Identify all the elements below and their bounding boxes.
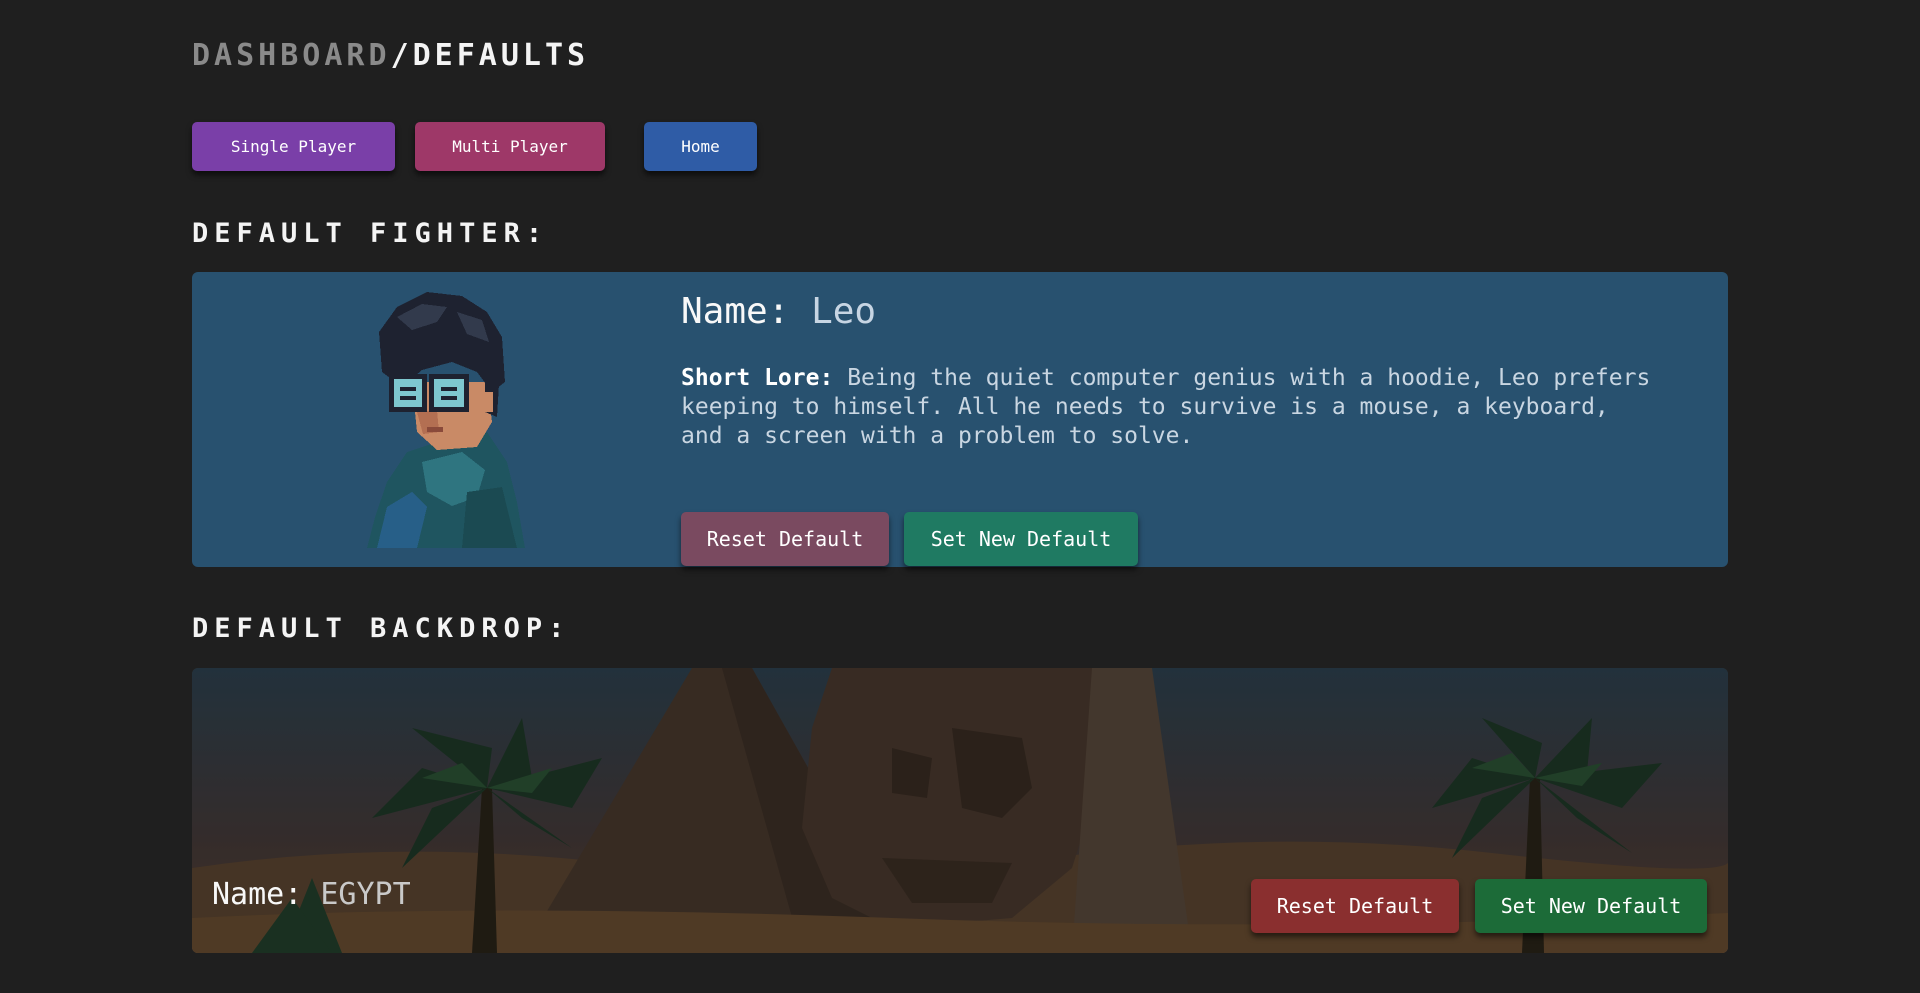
fighter-lore-label: Short Lore: xyxy=(681,365,834,391)
backdrop-name-value: EGYPT xyxy=(320,877,411,912)
backdrop-name-label: Name: xyxy=(212,877,303,912)
default-backdrop-heading: DEFAULT BACKDROP: xyxy=(192,613,571,644)
breadcrumb: DASHBOARD/DEFAULTS xyxy=(192,38,589,73)
fighter-reset-default-button[interactable]: Reset Default xyxy=(681,512,889,566)
fighter-actions: Reset Default Set New Default xyxy=(681,512,1281,568)
backdrop-set-new-default-button[interactable]: Set New Default xyxy=(1475,879,1707,933)
default-fighter-card: Name: Leo Short Lore: Being the quiet co… xyxy=(192,272,1728,567)
breadcrumb-dashboard-link[interactable]: DASHBOARD xyxy=(192,38,391,73)
fighter-lore: Short Lore: Being the quiet computer gen… xyxy=(681,364,1661,451)
fighter-portrait-image xyxy=(367,292,525,548)
home-button[interactable]: Home xyxy=(644,122,757,171)
fighter-name: Name: Leo xyxy=(681,290,1681,334)
single-player-button[interactable]: Single Player xyxy=(192,122,395,171)
default-fighter-heading: DEFAULT FIGHTER: xyxy=(192,218,549,249)
fighter-name-label: Name: xyxy=(681,291,790,332)
multi-player-button[interactable]: Multi Player xyxy=(415,122,605,171)
fighter-name-value: Leo xyxy=(811,291,877,332)
default-backdrop-card: Name: EGYPT Reset Default Set New Defaul… xyxy=(192,668,1728,953)
backdrop-reset-default-button[interactable]: Reset Default xyxy=(1251,879,1459,933)
breadcrumb-separator: / xyxy=(390,38,413,73)
game-mode-nav: Single Player Multi Player Home xyxy=(192,122,792,172)
breadcrumb-current-page: DEFAULTS xyxy=(412,38,590,73)
fighter-set-new-default-button[interactable]: Set New Default xyxy=(904,512,1138,566)
fighter-details: Name: Leo Short Lore: Being the quiet co… xyxy=(681,290,1681,566)
backdrop-name: Name: EGYPT xyxy=(212,876,411,914)
